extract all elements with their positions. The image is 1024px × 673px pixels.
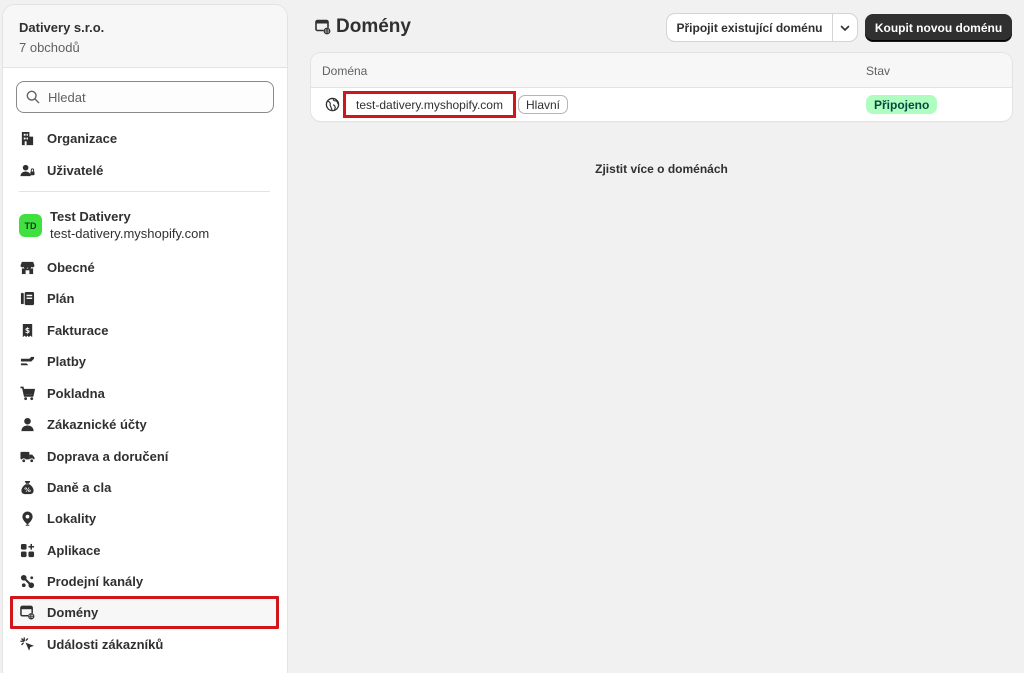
search-input[interactable] bbox=[48, 89, 248, 105]
users-icon bbox=[19, 162, 35, 178]
tax-icon: % bbox=[19, 479, 35, 495]
sidebar-item-label: Lokality bbox=[47, 510, 97, 526]
search-box[interactable] bbox=[16, 81, 274, 113]
sidebar-item-uzivatele[interactable]: Uživatelé bbox=[19, 156, 273, 184]
domain-link[interactable]: test-dativery.myshopify.com bbox=[343, 91, 516, 118]
sidebar-item-doprava[interactable]: Doprava a doručení bbox=[19, 442, 273, 470]
buy-new-domain-button[interactable]: Koupit novou doménu bbox=[865, 14, 1012, 41]
table-header: Doména Stav bbox=[311, 53, 1012, 88]
sidebar-item-plan[interactable]: Plán bbox=[19, 284, 273, 312]
status-badge: Připojeno bbox=[866, 95, 938, 114]
sidebar-item-label: Domény bbox=[47, 604, 99, 620]
table-row[interactable]: test-dativery.myshopify.com Hlavní Připo… bbox=[311, 88, 1012, 121]
sidebar-item-label: Plán bbox=[47, 290, 75, 306]
column-header-domain: Doména bbox=[322, 64, 368, 78]
plan-icon bbox=[19, 290, 35, 306]
person-icon bbox=[19, 416, 35, 432]
domain-icon bbox=[19, 604, 35, 620]
sidebar-item-pokladna[interactable]: Pokladna bbox=[19, 379, 273, 407]
sidebar-item-label: Pokladna bbox=[47, 385, 105, 401]
apps-icon bbox=[19, 542, 35, 558]
sidebar-item-label: Platby bbox=[47, 353, 87, 369]
receipt-icon: $ bbox=[19, 322, 35, 338]
building-icon bbox=[19, 130, 35, 146]
store-icon bbox=[19, 259, 35, 275]
store-url: test-dativery.myshopify.com bbox=[50, 226, 210, 241]
sidebar-item-zakaznicke-ucty[interactable]: Zákaznické účty bbox=[19, 410, 273, 438]
connect-existing-domain-button[interactable]: Připojit existující doménu bbox=[667, 14, 857, 41]
sidebar-item-label: Fakturace bbox=[47, 322, 109, 338]
sidebar-item-fakturace[interactable]: $ Fakturace bbox=[19, 316, 273, 344]
store-name: Test Dativery bbox=[50, 209, 131, 224]
cart-icon bbox=[19, 385, 35, 401]
page-title-text: Domény bbox=[336, 16, 411, 37]
cursor-icon bbox=[19, 636, 35, 652]
svg-text:%: % bbox=[24, 486, 31, 494]
sidebar-item-obecne[interactable]: Obecné bbox=[19, 253, 273, 281]
sidebar-item-label: Zákaznické účty bbox=[47, 416, 147, 432]
truck-icon bbox=[19, 448, 35, 464]
sidebar-item-udalosti-zakazniku[interactable]: Události zákazníků bbox=[19, 630, 273, 658]
organization-header[interactable]: Dativery s.r.o. 7 obchodů bbox=[3, 5, 287, 68]
page-title: Domény bbox=[315, 16, 411, 38]
domains-table: Doména Stav test-dativery.myshopify.com … bbox=[311, 53, 1012, 121]
payments-icon bbox=[19, 353, 35, 369]
column-header-status: Stav bbox=[866, 64, 891, 78]
sidebar-item-domeny[interactable]: Domény bbox=[19, 598, 273, 626]
sidebar-item-prodejni-kanaly[interactable]: Prodejní kanály bbox=[19, 567, 273, 595]
sidebar-divider bbox=[19, 191, 270, 192]
sidebar-item-label: Prodejní kanály bbox=[47, 573, 144, 589]
connect-domain-label: Připojit existující doménu bbox=[676, 20, 823, 35]
org-name: Dativery s.r.o. bbox=[19, 20, 105, 35]
search-icon bbox=[26, 90, 40, 104]
store-avatar: TD bbox=[19, 214, 42, 237]
sidebar-item-lokality[interactable]: Lokality bbox=[19, 504, 273, 532]
sidebar-item-label: Daně a cla bbox=[47, 479, 112, 495]
sidebar-item-dane-a-cla[interactable]: % Daně a cla bbox=[19, 473, 273, 501]
domain-icon bbox=[315, 19, 331, 35]
chevron-down-icon[interactable] bbox=[833, 22, 857, 34]
settings-sidebar: Dativery s.r.o. 7 obchodů Organizace Uži… bbox=[3, 5, 287, 673]
sidebar-item-platby[interactable]: Platby bbox=[19, 347, 273, 375]
sidebar-item-label: Aplikace bbox=[47, 542, 101, 558]
svg-text:$: $ bbox=[24, 325, 29, 334]
sidebar-item-organizace[interactable]: Organizace bbox=[19, 124, 273, 152]
sidebar-item-aplikace[interactable]: Aplikace bbox=[19, 536, 273, 564]
sidebar-item-label: Obecné bbox=[47, 259, 95, 275]
location-icon bbox=[19, 510, 35, 526]
sidebar-item-label: Organizace bbox=[47, 130, 118, 146]
primary-domain-badge: Hlavní bbox=[518, 95, 569, 114]
store-switcher[interactable]: TD Test Dativery test-dativery.myshopify… bbox=[19, 209, 209, 242]
globe-icon bbox=[325, 97, 340, 112]
sidebar-item-label: Uživatelé bbox=[47, 162, 104, 178]
sidebar-item-label: Doprava a doručení bbox=[47, 448, 169, 464]
channels-icon bbox=[19, 573, 35, 589]
learn-more-link[interactable]: Zjistit více o doménách bbox=[311, 162, 1012, 176]
sidebar-item-label: Události zákazníků bbox=[47, 636, 164, 652]
org-store-count: 7 obchodů bbox=[19, 40, 80, 55]
